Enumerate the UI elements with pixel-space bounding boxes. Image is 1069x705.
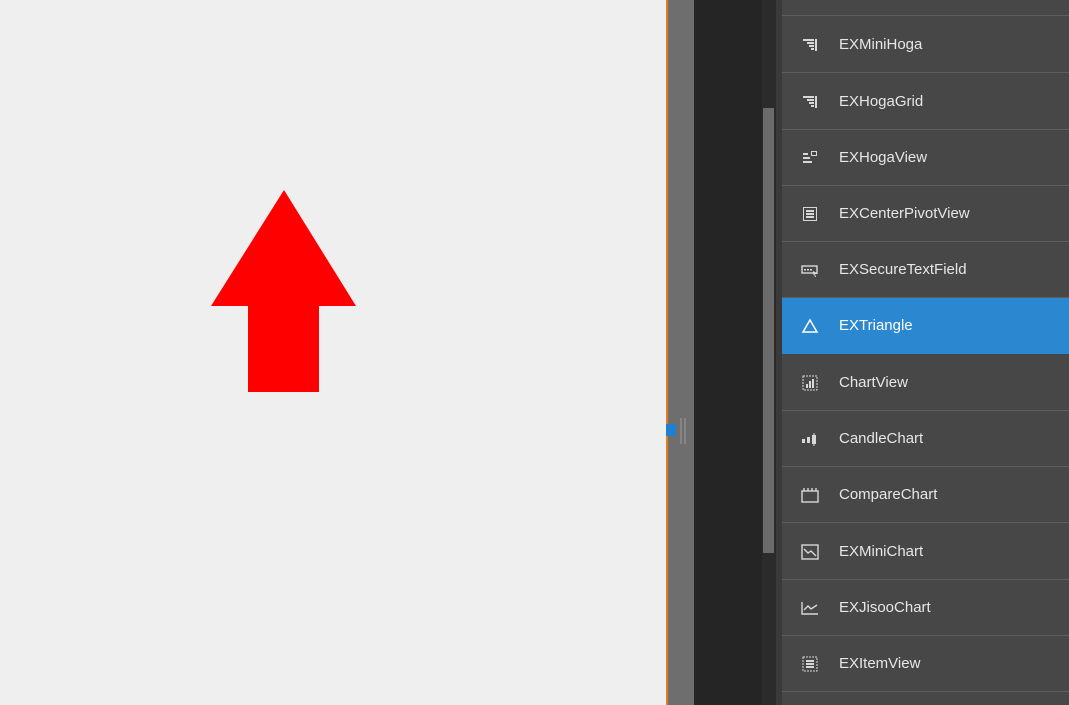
component-item-exitemview[interactable]: EXItemView [782,636,1069,692]
splitter-handle[interactable] [666,424,676,436]
design-canvas[interactable] [0,0,666,705]
triangle-icon [801,317,819,335]
component-item-exminihoga[interactable]: EXMiniHoga [782,17,1069,73]
component-label: EXSecureTextField [839,261,967,278]
component-item-comparechart[interactable]: CompareChart [782,467,1069,523]
component-item-chartview[interactable]: ChartView [782,355,1069,411]
hoga-view-icon [801,149,819,167]
pivot-view-icon [801,205,819,223]
hoga-list-icon [801,36,819,54]
scrollbar-thumb[interactable] [763,108,774,553]
component-label: EXTriangle [839,317,913,334]
item-view-icon [801,655,819,673]
component-item-exjisoochart[interactable]: EXJisooChart [782,580,1069,636]
up-arrow-shape[interactable] [211,190,357,393]
component-label: EXMiniChart [839,543,924,560]
component-label: EXItemView [839,655,921,672]
component-item-exhogagrid[interactable]: EXHogaGrid [782,74,1069,130]
component-list: EXMiniHoga EXHogaGrid EXHogaView EXCente… [782,0,1069,705]
component-item-candlechart[interactable]: CandleChart [782,411,1069,467]
compare-chart-icon [801,486,819,504]
grip-line [684,418,686,444]
component-item[interactable] [782,0,1069,16]
component-label: EXHogaGrid [839,93,924,110]
candle-chart-icon [801,430,819,448]
chart-view-icon [801,374,819,392]
component-label: CandleChart [839,430,924,447]
secure-text-field-icon [801,261,819,279]
component-item-exminichart[interactable]: EXMiniChart [782,524,1069,580]
panel-splitter[interactable] [668,0,694,705]
component-item-excenterpivotview[interactable]: EXCenterPivotView [782,186,1069,242]
component-item-exsecuretextfield[interactable]: EXSecureTextField [782,242,1069,298]
line-chart-icon [801,599,819,617]
panel-gap [694,0,762,705]
component-label: ChartView [839,374,908,391]
grip-line [680,418,682,444]
mini-chart-icon [801,543,819,561]
component-label: EXMiniHoga [839,36,923,53]
component-item-extriangle[interactable]: EXTriangle [782,298,1069,354]
component-label: EXHogaView [839,149,928,166]
component-item-exhogaview[interactable]: EXHogaView [782,130,1069,186]
hoga-grid-icon [801,93,819,111]
component-label: EXCenterPivotView [839,205,970,222]
component-label: CompareChart [839,486,938,503]
component-label: EXJisooChart [839,599,931,616]
